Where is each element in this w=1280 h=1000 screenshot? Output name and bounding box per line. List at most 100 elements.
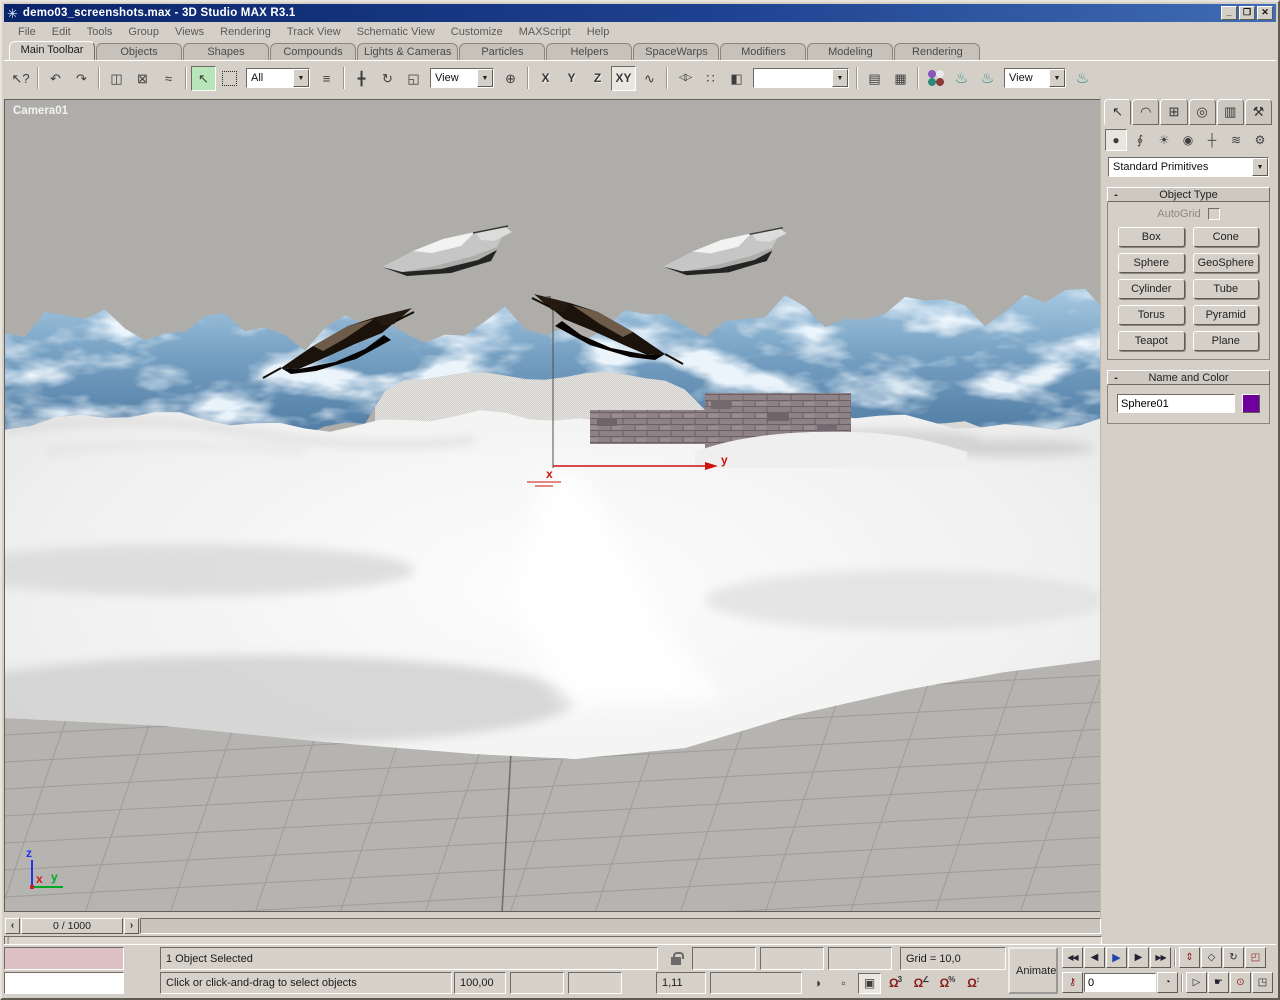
crossing-selection-button[interactable]: ◑ — [806, 973, 829, 994]
camera-viewport[interactable]: z y x z x y Camera01 — [4, 99, 1103, 912]
key-mode-toggle-button[interactable]: ⚷ — [1062, 972, 1083, 993]
zoom-extents-all-button[interactable]: ◇ — [1201, 947, 1222, 968]
tab-lights-cameras[interactable]: Lights & Cameras — [357, 43, 459, 60]
open-schematic-view-button[interactable]: ▦ — [888, 66, 913, 91]
category-lights[interactable]: ☀ — [1153, 129, 1175, 151]
panel-tab-motion[interactable]: ◎ — [1188, 99, 1216, 125]
selection-lock-toggle[interactable] — [664, 948, 688, 970]
menu-customize[interactable]: Customize — [443, 24, 511, 40]
select-and-rotate-button[interactable]: ↻ — [375, 66, 400, 91]
rectangular-selection-region-button[interactable] — [217, 66, 242, 91]
restore-button[interactable]: ❐ — [1239, 6, 1255, 20]
select-object-button[interactable]: ↖ — [191, 65, 216, 91]
menu-schematic-view[interactable]: Schematic View — [349, 24, 443, 40]
name-color-rollout-header[interactable]: - Name and Color — [1107, 370, 1270, 385]
object-type-cone-button[interactable]: Cone — [1192, 227, 1259, 247]
object-type-torus-button[interactable]: Torus — [1118, 305, 1185, 325]
menu-tools[interactable]: Tools — [79, 24, 121, 40]
help-mode-button[interactable]: ↖? — [8, 66, 33, 91]
go-to-end-button[interactable]: ▶▶ — [1150, 947, 1171, 968]
current-frame-field[interactable] — [1084, 973, 1156, 992]
tab-modeling[interactable]: Modeling — [807, 43, 894, 60]
object-color-swatch[interactable] — [1242, 394, 1260, 413]
select-and-scale-button[interactable]: ◱ — [401, 66, 426, 91]
array-button[interactable]: ∷ — [698, 66, 723, 91]
tab-helpers[interactable]: Helpers — [546, 43, 633, 60]
category-space-warps[interactable]: ≋ — [1225, 129, 1247, 151]
window-selection-button[interactable]: ▫ — [832, 973, 855, 994]
restrict-to-y-button[interactable]: Y — [559, 66, 584, 91]
maxscript-listener-white[interactable] — [4, 972, 124, 994]
tab-shapes[interactable]: Shapes — [183, 43, 269, 60]
time-slider-handle[interactable]: 0 / 1000 — [21, 917, 123, 934]
menu-group[interactable]: Group — [120, 24, 167, 40]
category-systems[interactable]: ⚙ — [1249, 129, 1271, 151]
minimize-button[interactable]: _ — [1221, 6, 1237, 20]
object-name-input[interactable] — [1117, 394, 1235, 413]
object-type-teapot-button[interactable]: Teapot — [1118, 331, 1185, 351]
maxscript-listener-pink[interactable] — [4, 947, 124, 970]
render-type-dropdown[interactable]: View ▼ — [1004, 68, 1066, 88]
render-scene-button[interactable]: ♨ — [949, 66, 974, 91]
object-type-tube-button[interactable]: Tube — [1192, 279, 1259, 299]
quick-render-button[interactable]: ♨ — [975, 66, 1000, 91]
tab-modifiers[interactable]: Modifiers — [720, 43, 807, 60]
menu-maxscript[interactable]: MAXScript — [511, 24, 579, 40]
pan-button[interactable]: ☛ — [1208, 972, 1229, 993]
unlink-selection-button[interactable]: ⊠ — [130, 66, 155, 91]
select-by-name-button[interactable]: ≡ — [314, 66, 339, 91]
panel-tab-display[interactable]: ▥ — [1216, 99, 1244, 125]
menu-help[interactable]: Help — [579, 24, 618, 40]
category-geometry[interactable]: ● — [1105, 129, 1127, 151]
panel-tab-create[interactable]: ↖ — [1104, 99, 1132, 125]
animate-button[interactable]: Animate — [1008, 947, 1058, 994]
select-and-move-button[interactable]: ╋ — [349, 66, 374, 91]
restrict-to-xy-plane-button[interactable]: XY — [611, 65, 636, 91]
tab-compounds[interactable]: Compounds — [270, 43, 356, 60]
tab-main-toolbar[interactable]: Main Toolbar — [9, 41, 95, 60]
dolly-camera-button[interactable]: ⇕ — [1179, 947, 1200, 968]
snap-3d-button[interactable]: Ω3 — [884, 973, 907, 994]
open-track-view-button[interactable]: ▤ — [862, 66, 887, 91]
time-slider-track[interactable] — [140, 917, 1101, 934]
panel-tab-hierarchy[interactable]: ⊞ — [1160, 99, 1188, 125]
percent-snap-button[interactable]: Ω% — [936, 973, 959, 994]
object-type-pyramid-button[interactable]: Pyramid — [1192, 305, 1259, 325]
go-to-start-button[interactable]: ◀◀ — [1062, 947, 1083, 968]
restrict-to-x-button[interactable]: X — [533, 66, 558, 91]
panel-tab-modify[interactable]: ◠ — [1132, 99, 1160, 125]
time-slider-next-button[interactable]: › — [124, 917, 139, 934]
close-button[interactable]: ✕ — [1257, 6, 1273, 20]
tab-particles[interactable]: Particles — [459, 43, 546, 60]
tab-spacewarps[interactable]: SpaceWarps — [633, 43, 720, 60]
tab-rendering[interactable]: Rendering — [894, 43, 981, 60]
play-button[interactable]: ▶ — [1106, 947, 1127, 968]
next-frame-button[interactable]: ▶ — [1128, 947, 1149, 968]
object-type-geosphere-button[interactable]: GeoSphere — [1192, 253, 1259, 273]
panel-tab-utilities[interactable]: ⚒ — [1244, 99, 1273, 125]
menu-edit[interactable]: Edit — [44, 24, 79, 40]
select-and-link-button[interactable]: ◫ — [104, 66, 129, 91]
previous-frame-button[interactable]: ◀ — [1084, 947, 1105, 968]
category-cameras[interactable]: ◉ — [1177, 129, 1199, 151]
bind-to-space-warp-button[interactable]: ≈ — [156, 66, 181, 91]
category-helpers[interactable]: ┼ — [1201, 129, 1223, 151]
time-configuration-button[interactable]: ◔ — [1157, 972, 1178, 993]
named-selection-sets-dropdown[interactable]: ▼ — [753, 68, 849, 88]
autogrid-checkbox[interactable] — [1207, 208, 1220, 220]
object-type-plane-button[interactable]: Plane — [1192, 331, 1259, 351]
render-last-button[interactable]: ♨ — [1070, 66, 1095, 91]
viewport-label[interactable]: Camera01 — [13, 105, 69, 117]
menu-rendering[interactable]: Rendering — [212, 24, 279, 40]
menu-track-view[interactable]: Track View — [279, 24, 349, 40]
roll-camera-button[interactable]: ↻ — [1223, 947, 1244, 968]
align-button[interactable]: ◧ — [724, 66, 749, 91]
orbit-camera-button[interactable]: ⊙ — [1230, 972, 1251, 993]
selection-filter-dropdown[interactable]: All ▼ — [246, 68, 310, 88]
reference-coordinate-system-dropdown[interactable]: View ▼ — [430, 68, 494, 88]
undo-button[interactable]: ↶ — [43, 66, 68, 91]
snap-toggle-3d-button[interactable]: ▣ — [858, 972, 881, 994]
min-max-toggle-button[interactable]: ◳ — [1252, 972, 1273, 993]
menu-views[interactable]: Views — [167, 24, 212, 40]
subtype-dropdown[interactable]: Standard Primitives ▼ — [1108, 157, 1269, 177]
